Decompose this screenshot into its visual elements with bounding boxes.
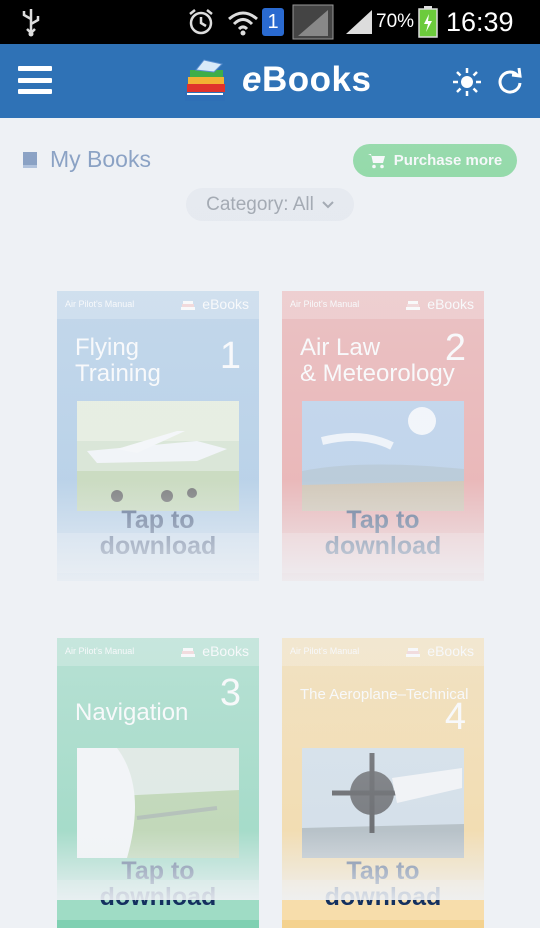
book-title: The Aeroplane–Technical xyxy=(300,686,469,703)
my-books-label: My Books xyxy=(50,146,151,172)
book-cover-photo xyxy=(77,748,239,858)
book-number: 3 xyxy=(219,672,241,714)
app-bar: eBooks xyxy=(0,44,540,118)
purchase-more-button[interactable]: Purchase more xyxy=(353,144,517,177)
wifi-icon xyxy=(226,0,260,44)
clock: 16:39 xyxy=(446,6,514,37)
signal-bars-icon xyxy=(344,0,374,44)
purchase-more-label: Purchase more xyxy=(393,152,503,169)
book-icon xyxy=(23,151,37,168)
book-cover-photo xyxy=(302,401,464,511)
books-logo-icon xyxy=(181,301,196,310)
books-logo-icon xyxy=(181,648,196,657)
book-number: 1 xyxy=(219,335,241,377)
tap-to-download: Tap to download xyxy=(324,857,442,911)
status-bar: 1 70% 16:39 xyxy=(0,0,540,44)
battery-percent: 70% xyxy=(376,11,415,32)
book-cover-photo xyxy=(302,748,464,858)
tap-to-download: Tap to download xyxy=(324,506,442,560)
refresh-icon[interactable] xyxy=(496,67,524,95)
tap-to-download: Tap to download xyxy=(99,506,217,560)
book-ebooks-tag: eBooks xyxy=(405,296,474,312)
usb-icon xyxy=(20,0,42,44)
book-number: 2 xyxy=(444,327,466,369)
wifi-badge: 1 xyxy=(262,0,284,44)
book-card[interactable]: Air Pilot's Manual eBooks Navigation 3 T… xyxy=(57,638,259,928)
battery-icon xyxy=(418,0,438,44)
app-title: eBooks xyxy=(242,60,372,99)
category-dropdown[interactable]: Category: All xyxy=(186,188,354,221)
book-title: Air Law & Meteorology xyxy=(300,334,455,387)
book-card[interactable]: Air Pilot's Manual eBooks Flying Trainin… xyxy=(57,291,259,581)
signal-icon xyxy=(292,0,334,44)
tap-to-download: Tap to download xyxy=(99,857,217,911)
menu-icon[interactable] xyxy=(18,66,52,94)
book-cover-photo xyxy=(77,401,239,511)
cart-icon xyxy=(367,153,385,168)
book-series: Air Pilot's Manual xyxy=(290,646,360,656)
books-logo-icon xyxy=(185,59,225,101)
book-series: Air Pilot's Manual xyxy=(290,299,360,309)
alarm-icon xyxy=(186,0,216,44)
brightness-icon[interactable] xyxy=(452,67,482,97)
book-ebooks-tag: eBooks xyxy=(405,643,474,659)
my-books-heading: My Books xyxy=(22,146,151,173)
books-logo-icon xyxy=(406,301,421,310)
book-number: 4 xyxy=(444,696,466,738)
book-title: Navigation xyxy=(75,699,189,726)
book-ebooks-tag: eBooks xyxy=(180,296,249,312)
book-title: Flying Training xyxy=(75,334,161,387)
book-ebooks-tag: eBooks xyxy=(180,643,249,659)
book-series: Air Pilot's Manual xyxy=(65,299,135,309)
books-logo-icon xyxy=(406,648,421,657)
book-card[interactable]: Air Pilot's Manual eBooks Air Law & Mete… xyxy=(282,291,484,581)
chevron-down-icon xyxy=(322,200,334,208)
category-label: Category: All xyxy=(206,193,314,215)
book-card[interactable]: Air Pilot's Manual eBooks The Aeroplane–… xyxy=(282,638,484,928)
book-series: Air Pilot's Manual xyxy=(65,646,135,656)
